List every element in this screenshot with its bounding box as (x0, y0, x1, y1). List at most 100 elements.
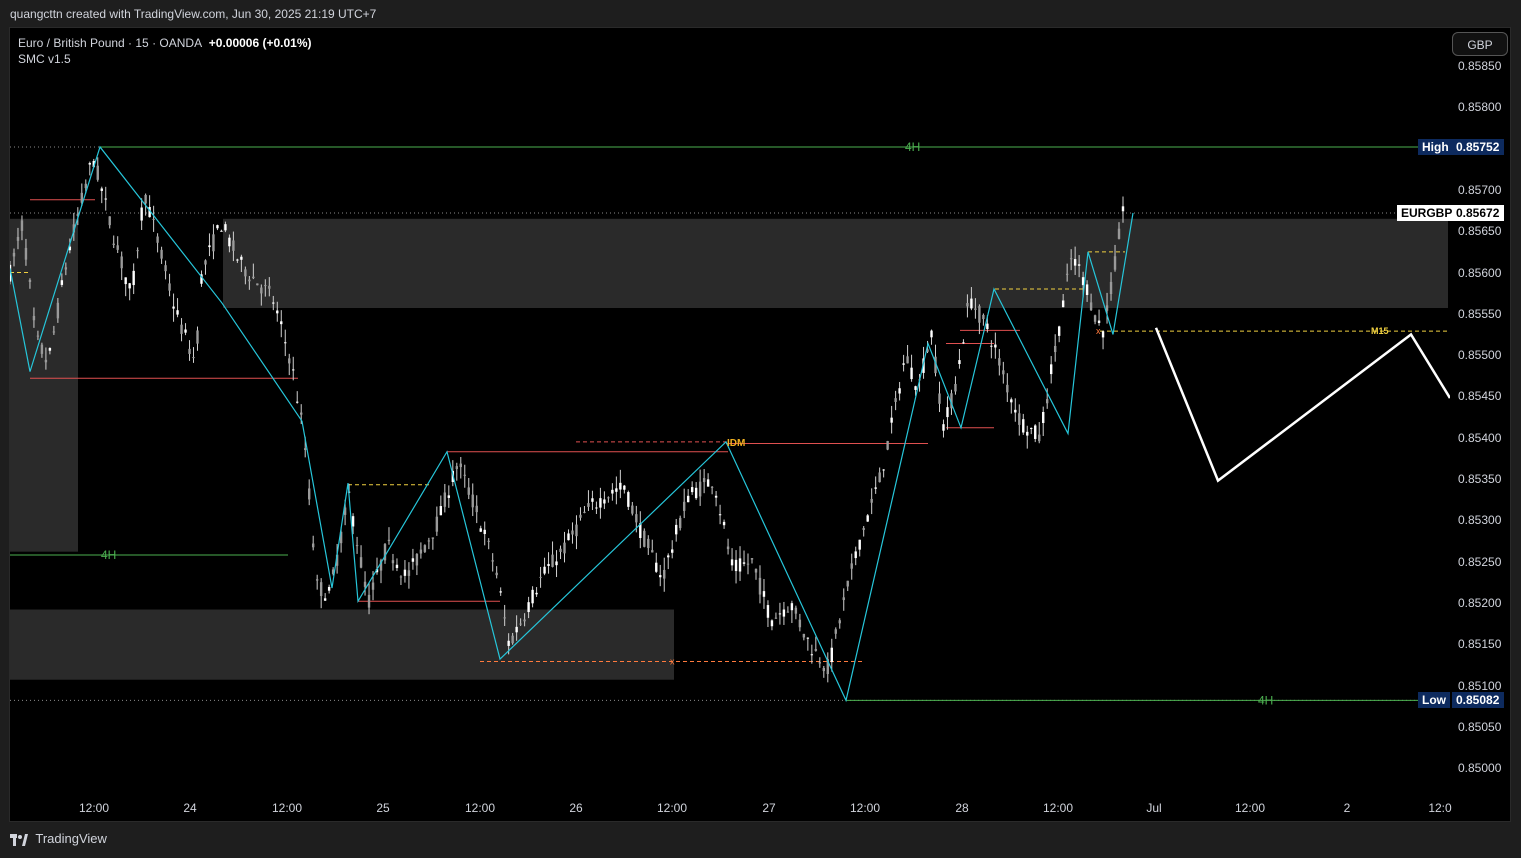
candle-body (694, 487, 698, 499)
price-tick-label: 0.85200 (1458, 595, 1502, 610)
candle-body (104, 198, 107, 200)
symbol-title[interactable]: Euro / British Pound · 15 · OANDA (18, 36, 201, 50)
candle-body (423, 545, 427, 552)
candle-body (894, 398, 897, 402)
footer-brand[interactable]: TradingView (10, 831, 107, 846)
candle-body (946, 407, 949, 418)
candle-body (567, 533, 570, 541)
candle-body (1077, 264, 1081, 266)
candle-body (479, 528, 482, 532)
candle-body (579, 514, 582, 518)
label-m15: M15 (1371, 326, 1389, 336)
candle-body (794, 607, 798, 614)
candle-body (240, 256, 243, 260)
time-tick-label: 12:00 (1042, 801, 1074, 815)
candle-body (236, 259, 239, 261)
candle-body (96, 165, 99, 180)
candle-body (419, 549, 423, 554)
candle-body (802, 633, 806, 638)
candle-body (547, 563, 550, 567)
candle-body (1038, 434, 1041, 442)
candle-body (24, 247, 28, 260)
price-tick-label: 0.85600 (1458, 265, 1502, 280)
candle-body (591, 498, 594, 502)
currency-button[interactable]: GBP (1452, 32, 1508, 56)
candle-body (1049, 364, 1053, 375)
candle-body (635, 514, 638, 523)
candle-body (427, 540, 431, 542)
candle-body (623, 485, 626, 490)
candle-body (232, 240, 235, 251)
candle-body (491, 560, 494, 562)
candle-body (762, 591, 766, 597)
candle-body (32, 315, 36, 321)
candle-body (1073, 259, 1077, 266)
candle-body (399, 576, 403, 578)
candle-body (56, 302, 60, 319)
candle-body (475, 505, 478, 513)
candle-body (407, 570, 411, 576)
candle-body (595, 507, 598, 509)
candle-body (499, 591, 502, 593)
candle-body (144, 194, 147, 204)
time-tick-label: Jul (1146, 801, 1162, 815)
candle-body (958, 360, 961, 365)
candle-body (463, 474, 466, 476)
candle-body (814, 649, 818, 651)
candle-body (527, 602, 530, 613)
candle-body (487, 540, 490, 542)
indicator-name[interactable]: SMC v1.5 (18, 51, 312, 67)
chart-legend: Euro / British Pound · 15 · OANDA +0.000… (18, 35, 312, 67)
candle-body (543, 566, 546, 574)
candle-body (575, 524, 578, 537)
candle-body (228, 237, 231, 247)
candle-body (962, 342, 965, 344)
candle-body (798, 619, 802, 628)
candle-body (1101, 331, 1105, 338)
candle-body (782, 609, 786, 617)
candle-body (160, 249, 163, 259)
candle-body (1053, 345, 1057, 353)
candle-body (1093, 315, 1097, 322)
candle-body (878, 472, 881, 483)
label-4h-mid: 4H (101, 548, 116, 562)
candle-body (686, 495, 690, 503)
candle-body (1089, 302, 1093, 311)
price-change: +0.00006 (+0.01%) (208, 36, 312, 50)
candle-body (1109, 281, 1113, 294)
candle-body (515, 626, 518, 633)
candle-body (611, 489, 614, 494)
candle-body (323, 598, 327, 601)
candle-body (830, 647, 833, 663)
candle-body (455, 466, 458, 470)
candle-body (112, 243, 115, 245)
symbol-price-tag: 0.85672 (1452, 205, 1504, 221)
chart-canvas[interactable]: 4H 4H 4H IDM M15 x x (10, 28, 1450, 821)
candle-body (563, 542, 566, 554)
footer-brand-text: TradingView (35, 831, 107, 846)
candle-body (415, 553, 419, 566)
candle-body (810, 654, 814, 656)
price-tick-label: 0.85450 (1458, 389, 1502, 404)
candle-body (351, 516, 355, 527)
candle-body (746, 563, 750, 565)
candle-body (164, 265, 167, 272)
time-tick-label: 12:00 (656, 801, 688, 815)
candle-body (403, 569, 407, 576)
candle-body (539, 576, 542, 578)
candle-body (459, 463, 462, 468)
candle-body (986, 323, 989, 330)
candle-body (974, 308, 977, 310)
candle-body (60, 280, 64, 285)
candle-body (100, 188, 103, 191)
candle-body (1018, 413, 1021, 425)
time-tick-label: 25 (376, 801, 390, 815)
candle-body (511, 635, 514, 644)
candle-body (1057, 326, 1061, 336)
order-block-left (10, 218, 78, 552)
candle-body (690, 487, 694, 493)
candle-body (252, 276, 255, 279)
candle-body (168, 283, 171, 291)
candle-body (862, 528, 865, 530)
candle-body (132, 270, 135, 286)
